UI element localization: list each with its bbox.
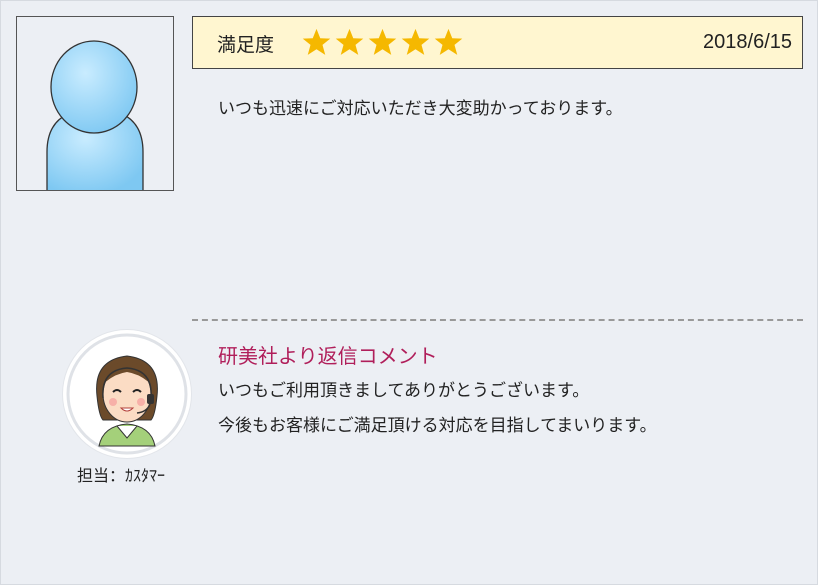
rating-bar: 満足度 2018/6/15 (192, 16, 803, 69)
star-icon (302, 28, 331, 55)
user-silhouette-icon (46, 40, 144, 190)
review-card: 満足度 2018/6/15 いつも迅速にご対応いただき大変助かっております。 担… (0, 0, 818, 585)
reply-title: 研美社より返信コメント (218, 344, 438, 368)
star-rating (301, 27, 464, 57)
reply-line: いつもご利用頂きましてありがとうございます。 (218, 381, 590, 401)
divider (192, 319, 803, 321)
staff-avatar (63, 330, 191, 458)
star-icon (368, 28, 397, 55)
staff-name: 担当：ｶｽﾀﾏｰ (77, 466, 166, 485)
star-icon (434, 28, 463, 55)
star-icon (335, 28, 364, 55)
review-text: いつも迅速にご対応いただき大変助かっております。 (218, 99, 623, 119)
star-icon (401, 28, 430, 55)
rating-label: 満足度 (217, 34, 275, 56)
staff-portrait-icon (66, 333, 188, 455)
reply-line: 今後もお客様にご満足頂ける対応を目指してまいります。 (218, 416, 657, 436)
review-date: 2018/6/15 (703, 31, 792, 53)
reviewer-avatar (16, 16, 174, 191)
